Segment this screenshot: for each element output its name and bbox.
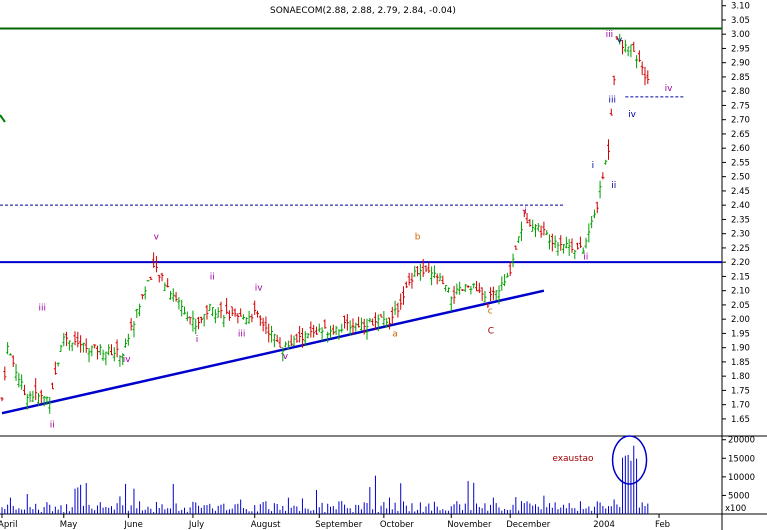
wave-label: iv	[628, 110, 637, 120]
volume-unit-label: x100	[725, 504, 746, 514]
month-label: November	[447, 520, 492, 530]
price-tick-label: 2.10	[731, 287, 750, 297]
price-tick-label: 3.00	[731, 30, 750, 40]
price-tick-label: 2.20	[731, 258, 750, 268]
price-tick-label: 3.10	[731, 2, 750, 12]
price-tick-label: 2.35	[731, 215, 750, 225]
wave-label: iv	[255, 284, 264, 294]
price-tick-label: 1.80	[731, 372, 750, 382]
wave-label: v	[154, 232, 160, 242]
wave-label: v	[617, 36, 623, 46]
wave-label: b	[415, 232, 421, 242]
wave-label: iii	[39, 304, 47, 314]
month-label: July	[188, 520, 204, 530]
month-label: October	[380, 520, 415, 530]
month-label: August	[251, 520, 281, 530]
wave-label: i	[196, 335, 199, 345]
price-tick-label: 2.25	[731, 244, 750, 254]
month-label: December	[506, 520, 551, 530]
wave-label: a	[392, 329, 398, 339]
wave-label: iii	[606, 30, 614, 40]
chart-canvas: SONAECOM(2.88, 2.88, 2.79, 2.84, -0.04) …	[0, 0, 767, 530]
stock-chart: SONAECOM(2.88, 2.88, 2.79, 2.84, -0.04) …	[0, 0, 767, 530]
price-tick-label: 2.30	[731, 230, 750, 240]
month-label: June	[123, 520, 143, 530]
price-tick-label: 2.65	[731, 130, 750, 140]
price-tick-label: 2.45	[731, 187, 750, 197]
price-tick-label: 2.60	[731, 144, 750, 154]
wave-label: ii	[50, 420, 55, 430]
month-label: September	[315, 520, 362, 530]
price-tick-label: 1.85	[731, 358, 750, 368]
price-tick-label: 2.80	[731, 87, 750, 97]
wave-label: i	[592, 161, 595, 171]
volume-tick-label: 5000	[728, 491, 750, 501]
price-tick-label: 2.50	[731, 173, 750, 183]
price-tick-label: 1.70	[731, 401, 750, 411]
price-tick-label: 2.90	[731, 59, 750, 69]
wave-label: iii	[608, 96, 616, 106]
wave-label: ii	[210, 272, 215, 282]
month-label: 2004	[593, 520, 615, 530]
price-tick-label: 1.90	[731, 344, 750, 354]
price-tick-label: 2.55	[731, 158, 750, 168]
price-tick-label: 2.70	[731, 116, 750, 126]
price-tick-label: 2.40	[731, 201, 750, 211]
chart-title: SONAECOM(2.88, 2.88, 2.79, 2.84, -0.04)	[270, 6, 456, 16]
wave-label: ii	[611, 181, 616, 191]
month-label: May	[60, 520, 78, 530]
price-tick-label: 2.00	[731, 315, 750, 325]
wave-label: c	[488, 306, 493, 316]
price-tick-label: 1.75	[731, 386, 750, 396]
price-tick-label: 1.65	[731, 415, 750, 425]
month-label: April	[0, 520, 17, 530]
price-tick-label: 1.95	[731, 329, 750, 339]
price-tick-label: 2.15	[731, 272, 750, 282]
exhaustion-circle	[611, 435, 648, 485]
price-tick-label: 3.05	[731, 16, 750, 26]
volume-tick-label: 10000	[728, 473, 755, 483]
wave-label: iii	[238, 329, 246, 339]
volume-annotation-label: exaustao	[552, 454, 594, 464]
volume-tick-label: 15000	[728, 454, 755, 464]
price-tick-label: 2.95	[731, 44, 750, 54]
wave-label: iv	[123, 355, 132, 365]
month-label: Feb	[655, 520, 670, 530]
price-tick-label: 2.05	[731, 301, 750, 311]
volume-tick-label: 20000	[728, 436, 755, 446]
price-tick-label: 2.75	[731, 101, 750, 111]
wave-label: v	[283, 352, 289, 362]
green-arrow-icon	[0, 114, 6, 123]
wave-label: ii	[583, 252, 588, 262]
wave-label: i	[524, 207, 527, 217]
price-tick-label: 2.85	[731, 73, 750, 83]
wave-label: C	[488, 326, 494, 336]
wave-label: iv	[665, 84, 674, 94]
